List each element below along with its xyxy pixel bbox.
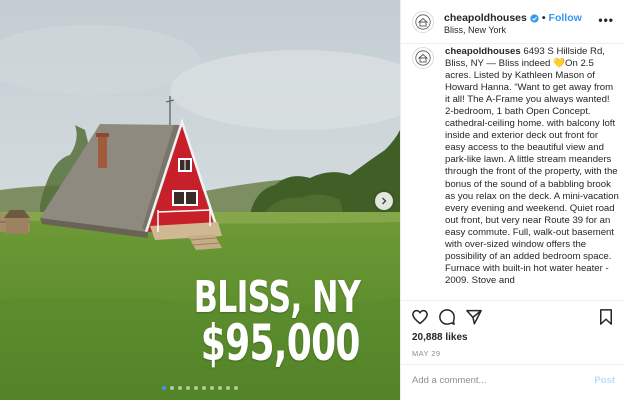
post-header: cheapoldhouses • Follow Bliss, New York … [401, 0, 624, 44]
carousel-dot [162, 386, 166, 390]
more-options-icon[interactable]: ••• [598, 13, 614, 27]
carousel-dot [178, 386, 182, 390]
speech-bubble-icon[interactable] [438, 308, 456, 326]
header-user-row: cheapoldhouses • Follow [444, 12, 582, 24]
comment-bar: Post [401, 364, 624, 400]
heart-icon[interactable] [411, 308, 429, 326]
username-link[interactable]: cheapoldhouses [444, 12, 527, 24]
carousel-dot [202, 386, 206, 390]
caption-section: cheapoldhouses 6493 S Hillside Rd, Bliss… [401, 44, 624, 300]
carousel-dot [186, 386, 190, 390]
avatar[interactable] [412, 11, 434, 33]
post-comment-button[interactable]: Post [594, 375, 615, 386]
likes-count[interactable]: 20,888 likes [412, 332, 468, 343]
comment-input[interactable] [412, 375, 572, 386]
carousel-dot [226, 386, 230, 390]
post-date: MAY 29 [412, 349, 441, 358]
follow-button[interactable]: Follow [549, 12, 582, 24]
post-caption: cheapoldhouses 6493 S Hillside Rd, Bliss… [445, 46, 619, 287]
carousel-dot [234, 386, 238, 390]
carousel-dot [194, 386, 198, 390]
paper-plane-icon[interactable] [465, 308, 483, 326]
carousel-indicator [0, 386, 400, 390]
location-link[interactable]: Bliss, New York [444, 25, 506, 35]
action-bar: 20,888 likes MAY 29 [401, 300, 624, 368]
carousel-dot [170, 386, 174, 390]
carousel-dot [218, 386, 222, 390]
post-photo[interactable]: BLISS, NY $95,000 [0, 0, 400, 400]
bookmark-icon[interactable] [597, 308, 615, 326]
house-logo-icon [415, 50, 431, 66]
chevron-right-icon [382, 197, 387, 205]
carousel-dot [210, 386, 214, 390]
house-logo-icon [415, 14, 431, 30]
caption-username-link[interactable]: cheapoldhouses [445, 46, 521, 57]
caption-avatar[interactable] [412, 47, 434, 69]
caption-text: 6493 S Hillside Rd, Bliss, NY — Bliss in… [445, 46, 619, 286]
verified-badge-icon [530, 13, 539, 23]
next-slide-button[interactable] [375, 192, 393, 210]
post-details-panel: cheapoldhouses • Follow Bliss, New York … [400, 0, 624, 400]
separator-dot: • [541, 12, 546, 24]
overlay-price-text: $95,000 [201, 314, 361, 372]
